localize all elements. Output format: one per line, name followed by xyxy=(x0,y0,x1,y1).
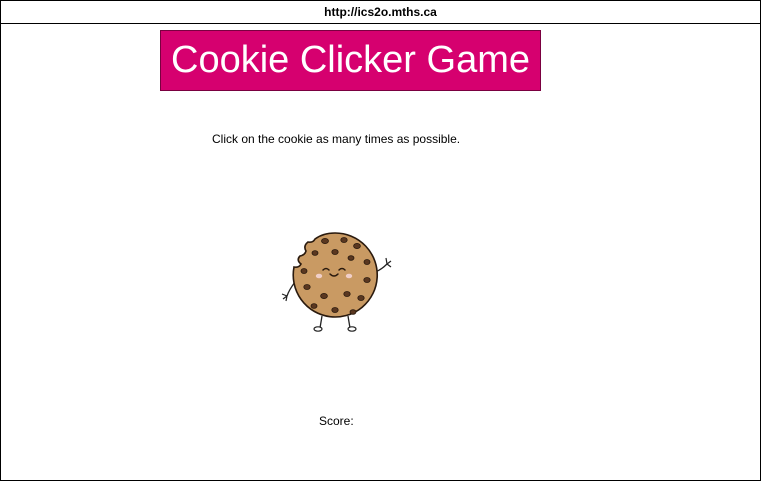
instructions-text: Click on the cookie as many times as pos… xyxy=(212,132,461,146)
browser-frame: http://ics2o.mths.ca Cookie Clicker Game… xyxy=(0,0,761,481)
page-content: Cookie Clicker Game Click on the cookie … xyxy=(1,24,760,480)
score-label: Score: xyxy=(319,414,354,428)
page-title: Cookie Clicker Game xyxy=(160,30,541,91)
url-bar[interactable]: http://ics2o.mths.ca xyxy=(1,1,760,24)
cookie-button[interactable] xyxy=(277,224,393,336)
score-display: Score: xyxy=(319,414,358,428)
cookie-character-icon xyxy=(281,232,392,332)
